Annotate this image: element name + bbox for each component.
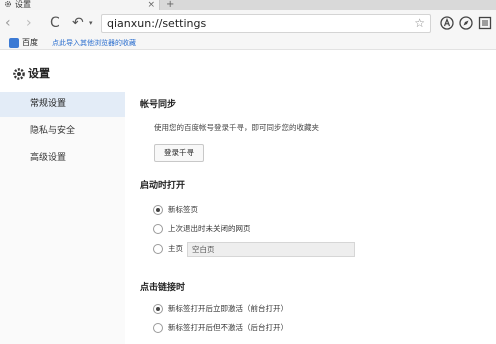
account-sync-title: 帐号同步 (140, 100, 177, 110)
close-tab-icon[interactable]: × (147, 0, 155, 10)
baidu-bookmark-icon (9, 38, 19, 48)
undo-close-button[interactable]: ↶ (72, 15, 84, 31)
homepage-input[interactable]: 空白页 (187, 242, 355, 257)
bookmark-baidu[interactable]: 百度 (22, 37, 38, 49)
back-button[interactable]: ‹ (5, 15, 11, 31)
startup-newtab-radio[interactable] (153, 205, 163, 215)
tab-title: 设置 (15, 0, 31, 9)
link-foreground-radio[interactable] (153, 304, 163, 314)
account-icon[interactable] (440, 16, 454, 30)
sidebar-item-advanced[interactable]: 高级设置 (0, 146, 125, 171)
import-bookmarks-link[interactable]: 点此导入其他浏览器的收藏 (52, 37, 136, 49)
account-sync-description: 使用您的百度帐号登录千寻，即可同步您的收藏夹 (154, 123, 319, 132)
url-text[interactable]: qianxun://settings (107, 17, 206, 31)
new-tab-button[interactable]: + (166, 0, 174, 10)
chevron-down-icon[interactable]: ▾ (89, 19, 93, 27)
startup-newtab-label[interactable]: 新标签页 (168, 205, 198, 215)
startup-restore-radio[interactable] (153, 224, 163, 234)
settings-sidebar: 常规设置 隐私与安全 高级设置 (0, 92, 125, 344)
sidebar-item-general[interactable]: 常规设置 (0, 92, 125, 117)
reload-button[interactable]: C (50, 15, 60, 31)
sidebar-item-privacy[interactable]: 隐私与安全 (0, 119, 125, 144)
startup-homepage-label[interactable]: 主页 (168, 244, 183, 254)
gear-icon (4, 0, 12, 8)
tab-settings[interactable]: 设置 × (0, 0, 160, 10)
browser-toolbar: ‹ › C ↶ ▾ qianxun://settings ☆ (0, 10, 496, 36)
link-background-label[interactable]: 新标签打开后但不激活（后台打开） (168, 323, 288, 333)
link-background-radio[interactable] (153, 323, 163, 333)
link-foreground-label[interactable]: 新标签打开后立即激活（前台打开） (168, 304, 288, 314)
compass-icon[interactable] (459, 16, 473, 30)
link-click-title: 点击链接时 (140, 283, 186, 293)
bookmark-star-icon[interactable]: ☆ (414, 16, 425, 30)
startup-homepage-radio[interactable] (153, 244, 163, 254)
menu-icon[interactable] (478, 16, 492, 30)
startup-title: 启动时打开 (140, 181, 186, 191)
startup-restore-label[interactable]: 上次退出时未关闭的网页 (168, 224, 251, 234)
address-bar[interactable]: qianxun://settings ☆ (101, 14, 431, 33)
forward-button[interactable]: › (26, 15, 32, 31)
tab-bar: 设置 × + (0, 0, 496, 10)
gear-icon (13, 68, 25, 80)
page-title: 设置 (28, 67, 50, 80)
settings-header: 设置 (0, 60, 496, 88)
login-button[interactable]: 登录千寻 (154, 144, 204, 162)
bookmarks-bar: 百度 点此导入其他浏览器的收藏 (0, 36, 496, 50)
